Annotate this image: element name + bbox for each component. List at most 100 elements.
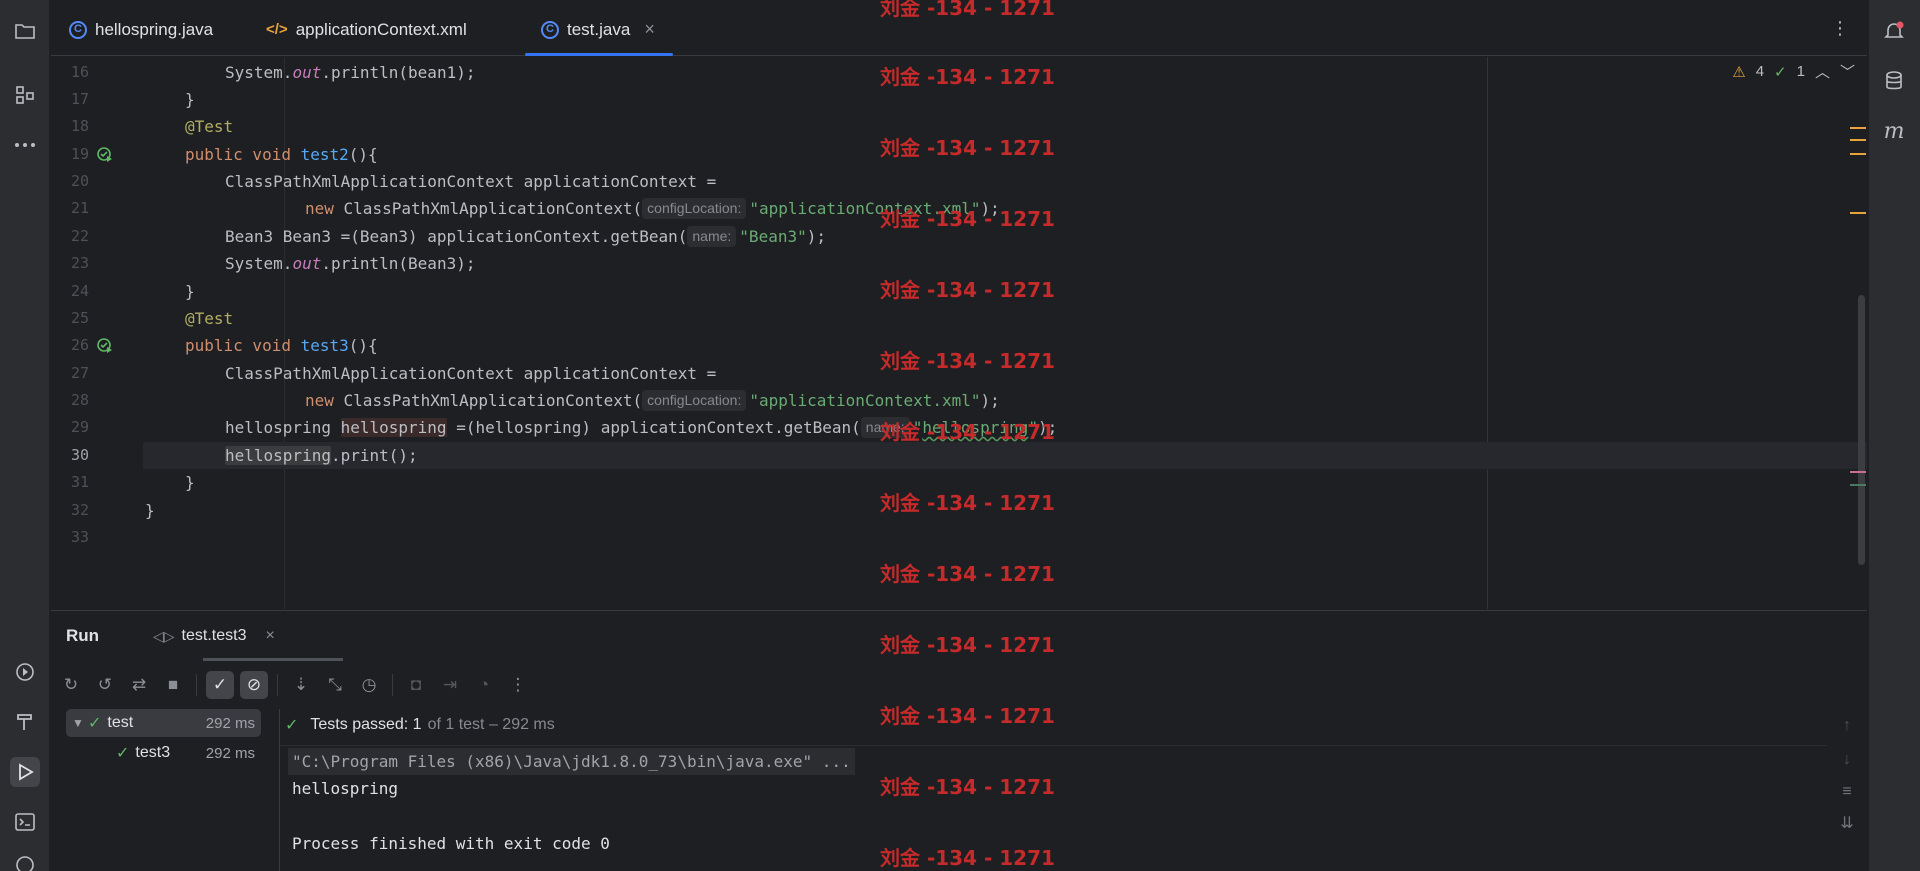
show-ignored-icon[interactable]: ⊘ <box>240 671 268 699</box>
editor-tab-bar: C hellospring.java </> applicationContex… <box>51 4 1867 56</box>
token: ClassPathXmlApplicationContext( <box>333 391 643 410</box>
database-icon[interactable] <box>1879 66 1909 96</box>
token: ClassPathXmlApplicationContext( <box>333 199 643 218</box>
code-line-22[interactable]: Bean3 Bean3 =(Bean3) applicationContext.… <box>143 223 1867 250</box>
tree-item-test[interactable]: ▼ ✓ test 292 ms <box>66 709 261 737</box>
collapse-all-icon[interactable]: ⤡ <box>321 671 349 699</box>
token: } <box>185 90 195 109</box>
token: System. <box>225 63 293 82</box>
run-config-tab[interactable]: ◁▷ test.test3 × <box>133 611 343 661</box>
code-line-28[interactable]: new ClassPathXmlApplicationContext(confi… <box>143 387 1867 414</box>
inspections-widget[interactable]: ⚠ 4 ✓ 1 ︿ ﹀ <box>1732 61 1855 82</box>
warning-marker[interactable] <box>1850 139 1866 141</box>
code-line-21[interactable]: new ClassPathXmlApplicationContext(confi… <box>143 195 1867 222</box>
editor-scrollbar[interactable] <box>1858 295 1865 565</box>
structure-icon[interactable] <box>10 80 40 110</box>
left-tool-strip <box>0 0 50 871</box>
previous-highlight-icon[interactable]: ︿ <box>1815 61 1830 82</box>
line-number: 20 <box>70 172 89 190</box>
export-icon[interactable]: ⇥ <box>436 671 464 699</box>
coverage-icon[interactable]: ◔ <box>470 671 498 699</box>
expand-chevron-icon[interactable]: ▼ <box>66 716 88 730</box>
code-line-20[interactable]: ClassPathXmlApplicationContext applicati… <box>143 168 1867 195</box>
close-tab-icon[interactable]: × <box>644 19 655 40</box>
token: new <box>305 199 334 218</box>
code-area[interactable]: System.out.println(bean1); } @Test publi… <box>143 57 1867 609</box>
tree-item-label: test3 <box>135 744 171 761</box>
line-number: 29 <box>70 418 89 436</box>
console-output[interactable]: "C:\Program Files (x86)\Java\jdk1.8.0_73… <box>280 745 1827 871</box>
code-line-31[interactable]: } <box>143 469 1867 496</box>
line-number: 21 <box>70 199 89 217</box>
more-tools-icon[interactable] <box>10 130 40 160</box>
warning-marker[interactable] <box>1850 153 1866 155</box>
code-line-25[interactable]: @Test <box>143 305 1867 332</box>
code-line-18[interactable]: @Test <box>143 113 1867 140</box>
console-line[interactable]: "C:\Program Files (x86)\Java\jdk1.8.0_73… <box>288 748 855 775</box>
code-line-30[interactable]: hellospring.print(); <box>143 442 1867 469</box>
code-line-16[interactable]: System.out.println(bean1); <box>143 59 1867 86</box>
code-editor[interactable]: 16 17 18 19 20 21 22 23 24 25 26 27 28 29 30 31 32 33 Sys… <box>51 57 1867 609</box>
toggle-auto-test-icon[interactable]: ⇄ <box>125 671 153 699</box>
parameter-hint: name: <box>687 226 737 247</box>
code-line-17[interactable]: } <box>143 86 1867 113</box>
line-number: 17 <box>70 90 89 108</box>
warning-marker[interactable] <box>1850 212 1866 214</box>
stop-icon[interactable]: ■ <box>159 671 187 699</box>
soft-wrap-icon[interactable]: ≡ <box>1837 783 1857 803</box>
screenshot-icon[interactable]: ◘ <box>402 671 430 699</box>
change-marker[interactable] <box>1850 484 1866 486</box>
run-test-gutter-icon[interactable] <box>97 147 113 163</box>
notifications-bell-icon[interactable] <box>1879 16 1909 46</box>
token: =(hellospring) applicationContext.getBea… <box>446 418 861 437</box>
tests-status: ✓ Tests passed: 1 of 1 test – 292 ms <box>285 715 555 735</box>
code-line-27[interactable]: ClassPathXmlApplicationContext applicati… <box>143 360 1867 387</box>
tab-test-java[interactable]: C test.java × <box>525 4 673 56</box>
passed-check-icon: ✓ <box>88 715 102 732</box>
code-line-26[interactable]: public void test3(){ <box>143 332 1867 359</box>
close-run-tab-icon[interactable]: × <box>265 627 274 645</box>
token: ); <box>806 227 826 246</box>
token: test3 <box>300 336 349 355</box>
token: ClassPathXmlApplicationContext applicati… <box>225 172 717 191</box>
rerun-failed-icon[interactable]: ↺ <box>91 671 119 699</box>
build-hammer-icon[interactable] <box>10 707 40 737</box>
warning-triangle-icon: ⚠ <box>1732 63 1746 81</box>
problems-icon[interactable] <box>10 850 40 871</box>
rerun-icon[interactable]: ↻ <box>57 671 85 699</box>
line-number: 30 <box>70 446 89 464</box>
code-line-23[interactable]: System.out.println(Bean3); <box>143 250 1867 277</box>
run-test-gutter-icon[interactable] <box>97 338 113 354</box>
show-passed-icon[interactable]: ✓ <box>206 671 234 699</box>
line-number: 19 <box>70 145 89 163</box>
change-marker[interactable] <box>1850 471 1866 473</box>
more-options-icon[interactable]: ⋮ <box>504 671 532 699</box>
warning-marker[interactable] <box>1850 127 1866 129</box>
terminal-icon[interactable] <box>10 807 40 837</box>
tab-label: test.java <box>567 19 631 39</box>
services-icon[interactable] <box>10 657 40 687</box>
token: "Bean3" <box>739 227 807 246</box>
scroll-down-icon[interactable]: ↓ <box>1837 751 1857 771</box>
sort-alphabetically-icon[interactable]: ⇣ <box>287 671 315 699</box>
tab-application-context-xml[interactable]: </> applicationContext.xml <box>266 4 467 55</box>
console-line: hellospring <box>292 779 398 798</box>
tab-options-menu-icon[interactable]: ⋮ <box>1831 18 1849 39</box>
scroll-to-end-icon[interactable]: ⇊ <box>1837 813 1857 833</box>
project-folder-icon[interactable] <box>10 16 40 46</box>
tree-item-test3[interactable]: ✓ test3 292 ms <box>66 739 261 767</box>
java-class-icon: C <box>541 20 559 39</box>
code-line-19[interactable]: public void test2(){ <box>143 141 1867 168</box>
code-line-32[interactable]: } <box>143 497 1867 524</box>
tree-item-label: test <box>107 714 134 731</box>
maven-icon[interactable]: m <box>1879 116 1909 146</box>
scroll-up-icon[interactable]: ↑ <box>1837 717 1857 737</box>
tree-item-time: 292 ms <box>205 714 255 732</box>
code-line-29[interactable]: hellospring hellospring =(hellospring) a… <box>143 414 1867 441</box>
code-line-24[interactable]: } <box>143 278 1867 305</box>
sort-by-duration-icon[interactable]: ◷ <box>355 671 383 699</box>
tab-hellospring-java[interactable]: C hellospring.java <box>69 4 213 55</box>
next-highlight-icon[interactable]: ﹀ <box>1840 61 1855 82</box>
run-tool-icon[interactable] <box>10 757 40 787</box>
console-line: Process finished with exit code 0 <box>292 834 610 853</box>
